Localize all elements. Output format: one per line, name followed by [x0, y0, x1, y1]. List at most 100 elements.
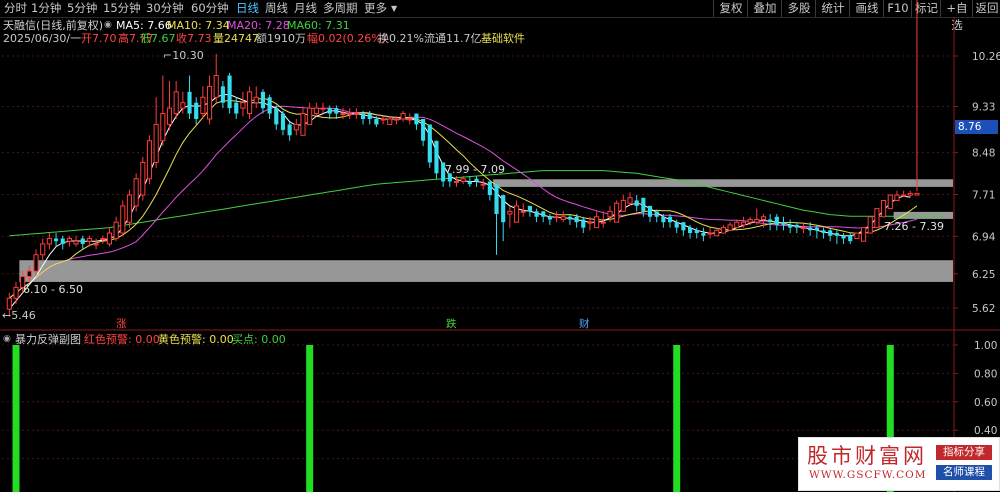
candle-body-down	[287, 124, 292, 136]
indicator-tick-label: 1.00	[974, 340, 997, 352]
candle-body-up	[6, 297, 12, 310]
indicator-tick-label: 0.80	[974, 368, 997, 380]
candle-body-down	[194, 102, 199, 119]
candle-body-down	[768, 219, 773, 223]
candle-body-up	[86, 237, 92, 242]
candle-body-up	[293, 123, 299, 131]
candle-body-down	[487, 181, 492, 196]
candle-body-up	[353, 113, 359, 116]
price-tick-label: 6.94	[972, 231, 996, 243]
candle-body-down	[541, 211, 546, 217]
candle-body-up	[453, 180, 460, 183]
candle-body-down	[80, 238, 85, 244]
candle-body-down	[581, 219, 586, 228]
candle-body-up	[13, 286, 19, 299]
candle-body-up	[720, 227, 726, 234]
candle-body-up	[253, 96, 259, 104]
event-marker-finance[interactable]: 财	[579, 318, 590, 331]
candle-body-up	[914, 192, 920, 196]
candle-body-up	[627, 197, 633, 204]
support-zone-2	[493, 179, 953, 187]
zone-low-label: 6.10 - 6.50	[23, 283, 83, 296]
candle-body-up	[347, 113, 353, 116]
candle-body-down	[260, 91, 266, 109]
buy-point-value: 买点: 0.00	[232, 333, 286, 346]
candle-body-down	[848, 235, 853, 242]
watermark-url: WWW.GSCFW.COM	[809, 469, 927, 481]
candle-body-up	[106, 232, 113, 245]
candle-body-down	[234, 102, 239, 114]
indicator-title: 暴力反弹副图	[15, 333, 81, 346]
watermark-title: 股市财富网	[807, 444, 927, 468]
candle-body-up	[313, 107, 319, 115]
candle-body-down	[434, 140, 439, 174]
candle-body-up	[874, 208, 880, 229]
indicator-settings-icon[interactable]: ◉	[3, 333, 11, 346]
candle-body-up	[40, 243, 46, 256]
candle-body-up	[153, 123, 159, 163]
candle-body-down	[841, 235, 846, 239]
min-price-value: 5.46	[11, 309, 36, 322]
candle-body-up	[754, 218, 760, 223]
candle-body-down	[647, 205, 653, 217]
close-price: 收7.73	[176, 32, 212, 45]
candle-body-down	[414, 113, 419, 125]
candle-body-up	[513, 205, 520, 223]
max-price-label: ⌐10.30	[163, 49, 204, 62]
candle-body-up	[400, 113, 406, 120]
candle-body-up	[587, 221, 593, 224]
candle-body-up	[760, 216, 767, 220]
concept-tag[interactable]: 基础软件	[481, 32, 525, 45]
candle-body-up	[33, 254, 39, 272]
candle-body-down	[274, 108, 279, 125]
candle-body-up	[240, 102, 246, 109]
candle-body-up	[594, 216, 600, 229]
candle-body-up	[460, 178, 466, 182]
candle-body-up	[247, 91, 253, 115]
price-tick-label: 7.71	[972, 189, 995, 201]
candle-body-up	[407, 118, 413, 121]
buy-signal-bar	[12, 345, 20, 492]
stock-title: 天融信(日线,前复权)	[3, 19, 104, 32]
candle-body-up	[320, 107, 326, 110]
ma5-label: MA5: 7.66	[116, 19, 172, 32]
candle-body-down	[667, 216, 673, 223]
event-marker-up[interactable]: 涨	[116, 318, 127, 331]
candle-body-down	[634, 200, 639, 206]
event-marker-down[interactable]: 跌	[446, 318, 457, 331]
candle-body-down	[467, 181, 472, 185]
candle-body-down	[327, 108, 332, 114]
candle-body-down	[661, 216, 666, 223]
watermark-tag-course: 名师课程	[936, 465, 992, 480]
candle-body-up	[93, 243, 99, 246]
volume-value: 量24747	[213, 32, 259, 45]
candle-body-up	[387, 118, 393, 125]
candle-body-down	[220, 86, 225, 103]
candle-body-up	[66, 237, 72, 242]
candle-body-up	[340, 113, 346, 116]
candle-body-down	[53, 238, 59, 242]
candle-body-down	[808, 227, 813, 231]
candle-body-down	[814, 227, 819, 231]
candle-body-up	[113, 221, 119, 239]
candle-body-up	[480, 183, 486, 186]
candle-body-up	[614, 202, 620, 223]
candle-body-up	[173, 91, 179, 115]
ma-settings-icon[interactable]: ◉	[104, 19, 112, 32]
candle-body-up	[607, 210, 613, 218]
candle-body-down	[334, 108, 339, 114]
kline-chart[interactable]: 10.26 9.33 8.48 7.71 6.94 6.25 5.62 1.00 0.80 0.6…	[0, 0, 1000, 492]
candle-body-down	[681, 222, 686, 231]
candle-body-up	[620, 199, 626, 212]
turnover-value: 换0.21%	[378, 32, 424, 45]
candle-body-up	[707, 232, 713, 235]
candle-body-down	[494, 184, 499, 215]
candle-body-up	[520, 210, 526, 213]
candle-body-down	[774, 216, 779, 225]
min-arrow-icon: ←	[2, 309, 12, 322]
buy-signal-bar	[306, 345, 314, 492]
candle-body-up	[380, 118, 386, 121]
candle-body-down	[821, 230, 826, 234]
support-zone-1	[19, 260, 953, 282]
price-tick-label: 8.48	[972, 148, 995, 160]
